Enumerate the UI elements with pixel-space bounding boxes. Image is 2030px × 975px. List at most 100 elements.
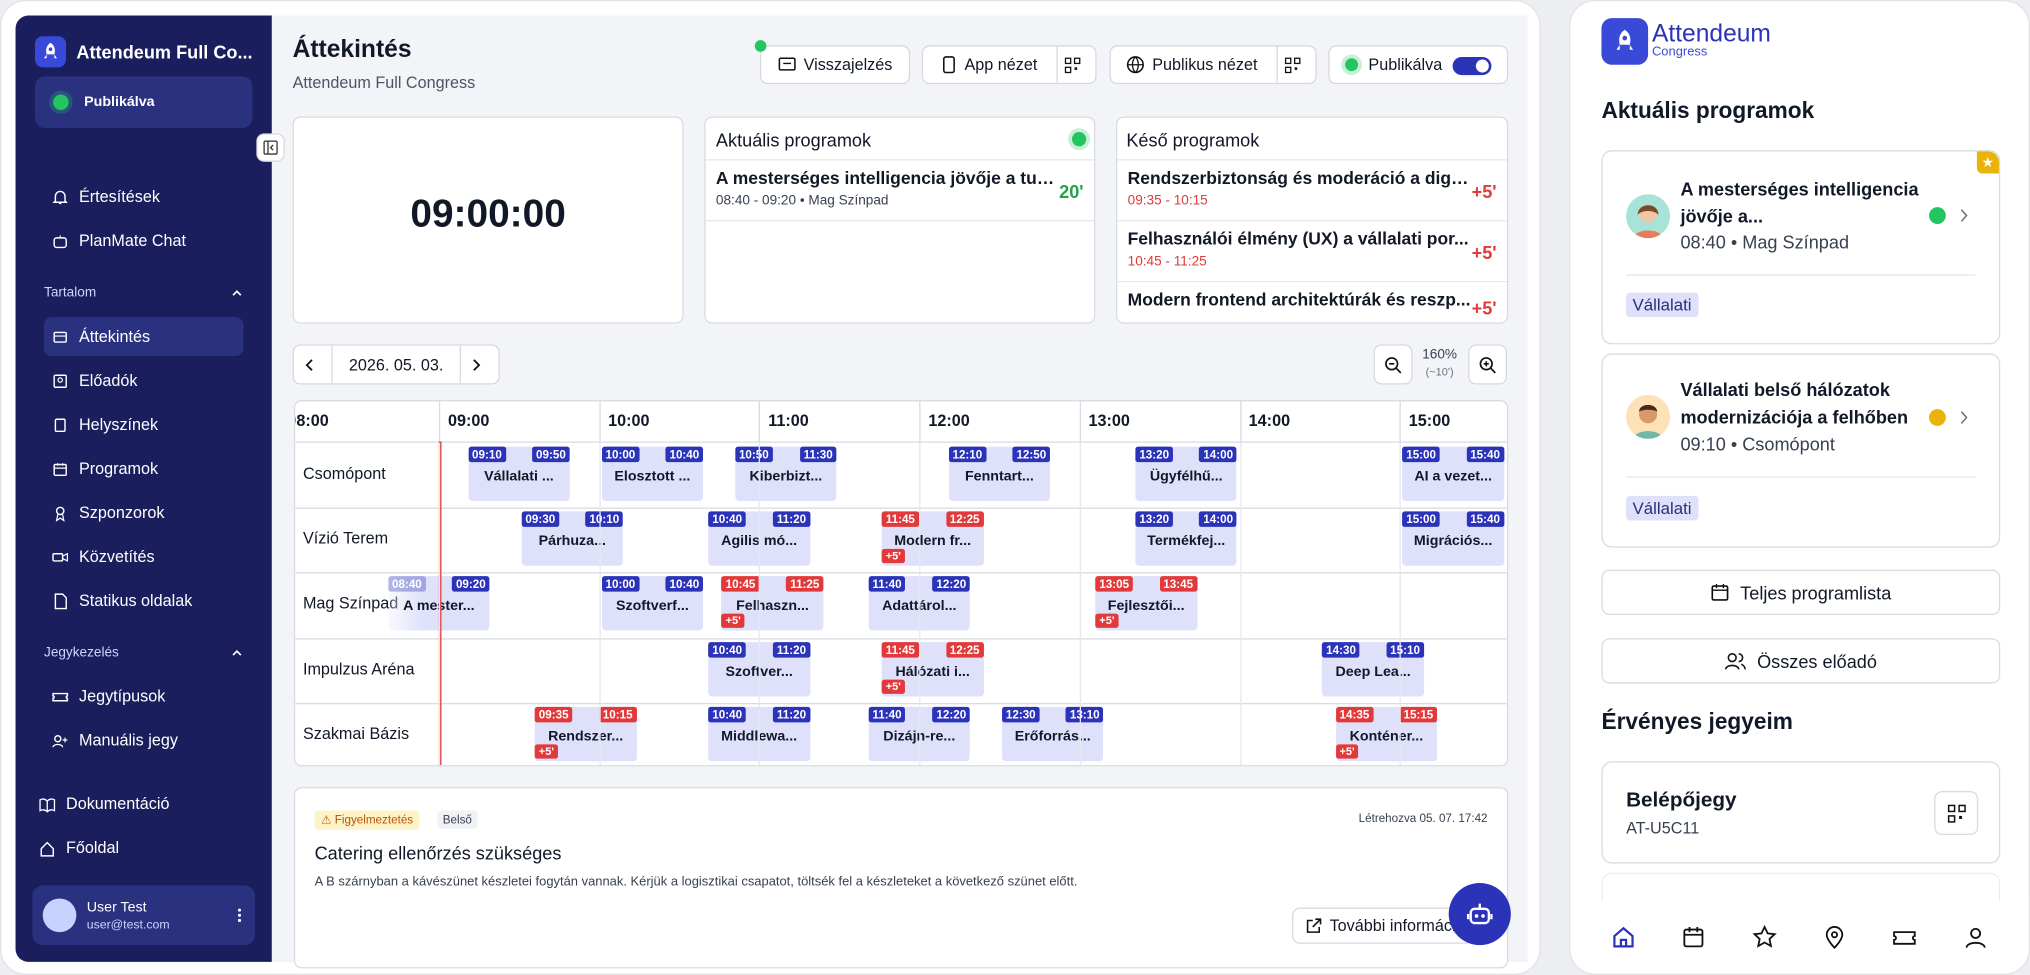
bell-icon [52, 190, 68, 204]
main-content: Áttekintés Attendeum Full Congress Vissz… [271, 15, 1528, 969]
remaining-badge: 20' [1059, 181, 1084, 202]
room-label: Impulzus Aréna [302, 659, 415, 678]
schedule-event[interactable]: 11:45 12:25 Modern fr... +5' [881, 511, 984, 567]
more-vertical-icon[interactable] [237, 908, 242, 924]
card-header: Késő programok [1117, 118, 1507, 161]
schedule-event[interactable]: 15:00 15:40 AI a vezet... [1402, 446, 1504, 502]
status-dot-icon [53, 94, 69, 111]
toggle-switch[interactable] [1452, 56, 1492, 76]
sidebar-item-static-pages[interactable]: Statikus oldalak [44, 581, 243, 620]
schedule-event[interactable]: 10:50 11:30 Kiberbizt... [735, 446, 837, 502]
prev-day-button[interactable] [294, 345, 333, 384]
current-program-item[interactable]: A mesterséges intelligencia jövője a tud… [705, 161, 1094, 222]
sidebar-item-overview[interactable]: Áttekintés [44, 317, 244, 357]
user-menu[interactable]: User Test user@test.com [32, 885, 256, 946]
schedule-event[interactable]: 14:30 15:10 Deep Lea... [1322, 641, 1424, 696]
feedback-button[interactable]: Visszajelzés [754, 40, 911, 85]
sidebar-item-documentation[interactable]: Dokumentáció [31, 785, 230, 824]
event-end-time: 10:40 [665, 576, 704, 593]
created-timestamp: Létrehozva 05. 07. 17:42 [1358, 811, 1488, 825]
schedule-event[interactable]: 12:30 13:10 Erőforrás... [1001, 706, 1104, 761]
public-view-button[interactable]: Publikus nézet [1109, 45, 1317, 85]
delay-badge: +5' [534, 744, 558, 759]
app-view-button[interactable]: App nézet [921, 45, 1097, 85]
event-title: Szoftverf... [615, 598, 689, 615]
ticket-icon [52, 692, 69, 701]
event-start-time: 11:40 [868, 706, 906, 723]
schedule-event[interactable]: 14:35 15:15 Konténer... +5' [1335, 706, 1438, 761]
all-speakers-button[interactable]: Összes előadó [1601, 638, 2001, 684]
sidebar-item-programs[interactable]: Programok [44, 449, 243, 488]
event-start-time: 09:30 [521, 511, 560, 528]
star-icon[interactable] [1751, 924, 1777, 950]
program-title: A mesterséges intelligencia jövője a tud… [715, 168, 1060, 188]
zoom-out-button[interactable] [1373, 344, 1413, 385]
public-qr-button[interactable] [1276, 46, 1316, 83]
ticket-card[interactable]: Belépőjegy AT-U5C11 [1601, 761, 2001, 864]
section-label: Tartalom [44, 284, 97, 301]
schedule-event[interactable]: 09:35 10:15 Rendszer... +5' [534, 706, 637, 761]
home-icon[interactable] [1611, 924, 1637, 950]
ai-assistant-button[interactable] [1448, 882, 1511, 946]
full-program-list-button[interactable]: Teljes programlista [1601, 569, 2001, 615]
sponsor-icon [55, 505, 65, 522]
zoom-step: (~10') [1425, 365, 1454, 379]
schedule-event[interactable]: 10:45 11:25 Felhaszn... +5' [721, 576, 824, 631]
schedule-event[interactable]: 09:10 09:50 Vállalati ... [468, 446, 570, 502]
event-start-time: 12:30 [1001, 706, 1040, 723]
current-date[interactable]: 2026. 05. 03. [333, 355, 460, 373]
sidebar-item-notifications[interactable]: Értesítések [44, 177, 243, 216]
schedule-event[interactable]: 10:00 10:40 Szoftverf... [601, 576, 704, 631]
public-view-label: Publikus nézet [1152, 55, 1258, 74]
publish-status-pill[interactable]: Publikálva [34, 76, 253, 129]
zoom-in-icon [1479, 356, 1496, 373]
user-icon[interactable] [1962, 924, 1988, 950]
publish-toggle[interactable]: Publikálva [1328, 45, 1509, 85]
schedule-event[interactable]: 13:05 13:45 Fejlesztői... +5' [1095, 576, 1197, 631]
sidebar-item-planmate-chat[interactable]: PlanMate Chat [44, 221, 243, 260]
sidebar-item-manual-ticket[interactable]: Manuális jegy [44, 721, 243, 760]
ticket-icon[interactable] [1892, 924, 1918, 950]
internal-badge: Belső [437, 810, 478, 829]
sidebar-item-home[interactable]: Főoldal [31, 829, 230, 868]
sidebar-item-venues[interactable]: Helyszínek [44, 405, 243, 444]
schedule-event[interactable]: 10:00 10:40 Elosztott ... [601, 446, 704, 502]
sidebar-header[interactable]: Attendeum Full Co... [34, 35, 259, 69]
event-title: Hálózati i... [895, 663, 970, 680]
sidebar-item-ticket-types[interactable]: Jegytípusok [44, 677, 243, 716]
map-pin-icon[interactable] [1822, 924, 1848, 950]
event-start-time: 14:35 [1335, 706, 1374, 723]
app-qr-button[interactable] [1056, 46, 1095, 83]
late-program-item[interactable]: Rendszerbiztonság és moderáció a digit..… [1117, 161, 1507, 222]
zoom-in-button[interactable] [1468, 344, 1507, 385]
sidebar-item-speakers[interactable]: Előadók [44, 361, 243, 400]
schedule-event[interactable]: 11:45 12:25 Hálózati i... +5' [881, 641, 984, 696]
star-badge-icon: ★ [1976, 151, 1999, 174]
warning-badge: ⚠ Figyelmeztetés [314, 810, 420, 830]
event-end-time: 09:50 [532, 446, 570, 463]
event-title: AI a vezet... [1414, 468, 1492, 485]
late-program-item[interactable]: Felhasználói élmény (UX) a vállalati por… [1117, 221, 1507, 283]
schedule-event[interactable]: 09:30 10:10 Párhuza... [521, 511, 624, 567]
sidebar-section-tickets[interactable]: Jegykezelés [44, 645, 243, 660]
schedule-event[interactable]: 12:10 12:50 Fenntart... [948, 446, 1051, 502]
next-day-button[interactable] [459, 345, 499, 384]
current-time: 09:00:00 [410, 192, 566, 236]
calendar-icon[interactable] [1681, 924, 1707, 950]
sidebar-item-sponsors[interactable]: Szponzorok [44, 493, 243, 532]
schedule-event[interactable]: 15:00 15:40 Migrációs... [1402, 511, 1504, 567]
ticket-qr-button[interactable] [1934, 791, 1979, 836]
schedule-event[interactable]: 13:20 14:00 Termékfej... [1135, 511, 1238, 567]
event-start-time: 10:00 [601, 576, 640, 593]
schedule-event[interactable]: 13:20 14:00 Ügyfélhű... [1135, 446, 1238, 502]
late-program-item[interactable]: Modern frontend architektúrák és reszp..… [1117, 282, 1507, 322]
program-title: Felhasználói élmény (UX) a vállalati por… [1127, 229, 1469, 249]
sidebar-section-content[interactable]: Tartalom [44, 284, 243, 301]
program-card[interactable]: Vállalati belső hálózatok modernizációja … [1601, 353, 2001, 548]
collapse-sidebar-button[interactable] [256, 133, 285, 162]
sidebar-item-broadcast[interactable]: Közvetítés [44, 537, 243, 576]
event-start-time: 11:45 [881, 511, 919, 528]
more-info-button[interactable]: További információ [1292, 907, 1474, 944]
program-card[interactable]: ★ A mesterséges intelligencia jövője a...… [1601, 150, 2001, 345]
feedback-icon [778, 57, 796, 71]
